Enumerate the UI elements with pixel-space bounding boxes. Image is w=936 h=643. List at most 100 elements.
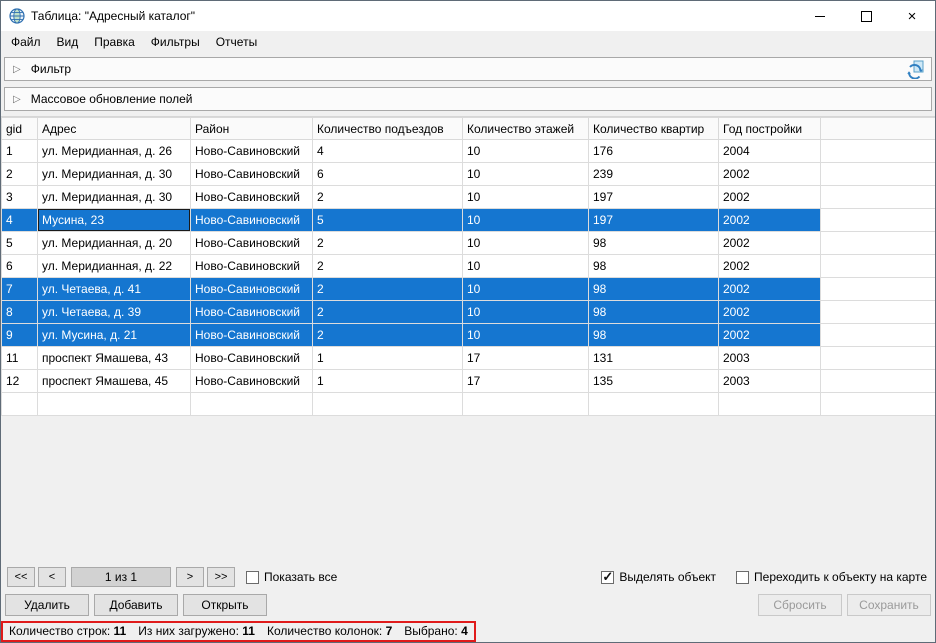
cell-district[interactable]: Ново-Савиновский [191, 324, 313, 347]
cell-year[interactable]: 2002 [719, 255, 821, 278]
empty-row[interactable] [2, 393, 936, 416]
cell-gid[interactable]: 3 [2, 186, 38, 209]
table-row[interactable]: 1ул. Меридианная, д. 26Ново-Савиновский4… [2, 140, 936, 163]
filter-panel[interactable]: ▷ Фильтр [4, 57, 932, 81]
cell-apartments[interactable]: 176 [589, 140, 719, 163]
menu-item-view[interactable]: Вид [49, 32, 87, 52]
empty-cell[interactable] [463, 393, 589, 416]
cell-year[interactable]: 2003 [719, 370, 821, 393]
empty-cell[interactable] [191, 393, 313, 416]
table-row[interactable]: 12проспект Ямашева, 45Ново-Савиновский11… [2, 370, 936, 393]
cell-apartments[interactable]: 98 [589, 232, 719, 255]
cell-district[interactable]: Ново-Савиновский [191, 140, 313, 163]
menu-item-reports[interactable]: Отчеты [208, 32, 265, 52]
cell-district[interactable]: Ново-Савиновский [191, 370, 313, 393]
cell-year[interactable]: 2002 [719, 163, 821, 186]
cell-address[interactable]: ул. Четаева, д. 41 [38, 278, 191, 301]
cell-entrances[interactable]: 4 [313, 140, 463, 163]
cell-year[interactable]: 2003 [719, 347, 821, 370]
cell-entrances[interactable]: 2 [313, 324, 463, 347]
empty-cell[interactable] [589, 393, 719, 416]
minimize-button[interactable] [797, 1, 843, 31]
cell-gid[interactable]: 1 [2, 140, 38, 163]
column-header-year[interactable]: Год постройки [719, 118, 821, 140]
table-row[interactable]: 6ул. Меридианная, д. 22Ново-Савиновский2… [2, 255, 936, 278]
empty-cell[interactable] [313, 393, 463, 416]
cell-year[interactable]: 2002 [719, 209, 821, 232]
menu-item-file[interactable]: Файл [3, 32, 49, 52]
cell-entrances[interactable]: 1 [313, 347, 463, 370]
add-button[interactable]: Добавить [94, 594, 178, 616]
maximize-button[interactable] [843, 1, 889, 31]
cell-floors[interactable]: 17 [463, 370, 589, 393]
table-row[interactable]: 4Мусина, 23Ново-Савиновский5101972002 [2, 209, 936, 232]
next-page-button[interactable]: > [176, 567, 204, 587]
cell-gid[interactable]: 7 [2, 278, 38, 301]
goto-object-checkbox[interactable] [736, 571, 749, 584]
cell-entrances[interactable]: 2 [313, 186, 463, 209]
mass-update-panel[interactable]: ▷ Массовое обновление полей [4, 87, 932, 111]
cell-floors[interactable]: 10 [463, 163, 589, 186]
cell-gid[interactable]: 6 [2, 255, 38, 278]
show-all-checkbox[interactable] [246, 571, 259, 584]
cell-entrances[interactable]: 2 [313, 232, 463, 255]
reset-button[interactable]: Сбросить [758, 594, 842, 616]
empty-cell[interactable] [719, 393, 821, 416]
cell-apartments[interactable]: 98 [589, 278, 719, 301]
cell-district[interactable]: Ново-Савиновский [191, 232, 313, 255]
menu-item-edit[interactable]: Правка [86, 32, 143, 52]
cell-year[interactable]: 2004 [719, 140, 821, 163]
cell-year[interactable]: 2002 [719, 301, 821, 324]
empty-cell[interactable] [38, 393, 191, 416]
cell-address[interactable]: проспект Ямашева, 45 [38, 370, 191, 393]
menu-item-filters[interactable]: Фильтры [143, 32, 208, 52]
cell-apartments[interactable]: 98 [589, 324, 719, 347]
cell-floors[interactable]: 17 [463, 347, 589, 370]
cell-address[interactable]: ул. Мусина, д. 21 [38, 324, 191, 347]
cell-address[interactable]: ул. Меридианная, д. 26 [38, 140, 191, 163]
cell-year[interactable]: 2002 [719, 324, 821, 347]
column-header-address[interactable]: Адрес [38, 118, 191, 140]
cell-address[interactable]: ул. Меридианная, д. 30 [38, 163, 191, 186]
first-page-button[interactable]: << [7, 567, 35, 587]
cell-district[interactable]: Ново-Савиновский [191, 255, 313, 278]
cell-apartments[interactable]: 239 [589, 163, 719, 186]
last-page-button[interactable]: >> [207, 567, 235, 587]
cell-gid[interactable]: 2 [2, 163, 38, 186]
column-header-district[interactable]: Район [191, 118, 313, 140]
cell-floors[interactable]: 10 [463, 209, 589, 232]
cell-district[interactable]: Ново-Савиновский [191, 301, 313, 324]
column-header-gid[interactable]: gid [2, 118, 38, 140]
prev-page-button[interactable]: < [38, 567, 66, 587]
cell-address[interactable]: ул. Меридианная, д. 22 [38, 255, 191, 278]
cell-floors[interactable]: 10 [463, 301, 589, 324]
cell-apartments[interactable]: 98 [589, 301, 719, 324]
table-row[interactable]: 2ул. Меридианная, д. 30Ново-Савиновский6… [2, 163, 936, 186]
cell-entrances[interactable]: 2 [313, 255, 463, 278]
open-button[interactable]: Открыть [183, 594, 267, 616]
table-row[interactable]: 11проспект Ямашева, 43Ново-Савиновский11… [2, 347, 936, 370]
cell-entrances[interactable]: 6 [313, 163, 463, 186]
cell-apartments[interactable]: 135 [589, 370, 719, 393]
cell-floors[interactable]: 10 [463, 255, 589, 278]
goto-object-option[interactable]: Переходить к объекту на карте [736, 570, 927, 584]
cell-district[interactable]: Ново-Савиновский [191, 278, 313, 301]
empty-cell[interactable] [2, 393, 38, 416]
cell-district[interactable]: Ново-Савиновский [191, 209, 313, 232]
cell-address[interactable]: проспект Ямашева, 43 [38, 347, 191, 370]
cell-year[interactable]: 2002 [719, 232, 821, 255]
cell-gid[interactable]: 5 [2, 232, 38, 255]
cell-floors[interactable]: 10 [463, 232, 589, 255]
cell-apartments[interactable]: 197 [589, 186, 719, 209]
delete-button[interactable]: Удалить [5, 594, 89, 616]
cell-address[interactable]: ул. Меридианная, д. 30 [38, 186, 191, 209]
column-header-floors[interactable]: Количество этажей [463, 118, 589, 140]
cell-district[interactable]: Ново-Савиновский [191, 186, 313, 209]
highlight-object-checkbox[interactable] [601, 571, 614, 584]
show-all-option[interactable]: Показать все [246, 570, 337, 584]
cell-district[interactable]: Ново-Савиновский [191, 347, 313, 370]
cell-entrances[interactable]: 1 [313, 370, 463, 393]
save-button[interactable]: Сохранить [847, 594, 931, 616]
table-row[interactable]: 5ул. Меридианная, д. 20Ново-Савиновский2… [2, 232, 936, 255]
cell-apartments[interactable]: 131 [589, 347, 719, 370]
